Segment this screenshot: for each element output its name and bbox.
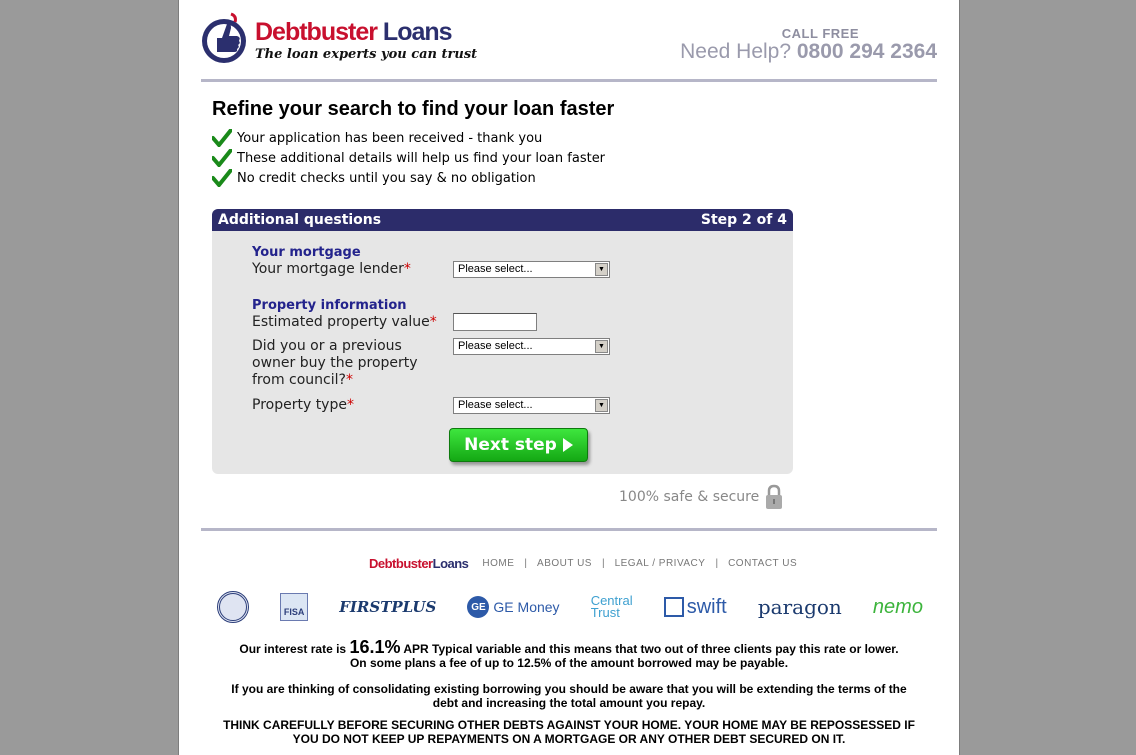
ge-money-logo: GE GE Money [467,596,560,618]
swift-text: swift [686,595,727,618]
footer-brand-part2: Loans [432,556,469,571]
brand-name-part1: Debtbuster [255,18,378,46]
footer-brand-logo[interactable]: DebtbusterLoans [369,556,469,571]
rate-prefix: Our interest rate is [239,642,347,656]
list-item: No credit checks until you say & no obli… [212,168,605,188]
ge-money-text: GE Money [493,599,560,615]
nav-legal-link[interactable]: LEGAL / PRIVACY [615,558,706,569]
list-item: Your application has been received - tha… [212,128,605,148]
council-purchase-label-text: Did you or a previous owner buy the prop… [252,338,418,388]
central-trust-text: Central Trust [590,594,633,620]
dropdown-arrow-icon[interactable]: ▼ [595,263,608,276]
page-title: Refine your search to find your loan fas… [212,98,615,120]
list-item: These additional details will help us fi… [212,148,605,168]
trust-text: Trust [590,605,620,620]
nemo-logo: nemo [872,595,923,618]
brand-tagline: The loan experts you can trust [255,47,478,62]
nav-home-link[interactable]: HOME [482,558,514,569]
footer-brand-part1: Debtbuster [369,556,433,571]
nav-separator: | [601,558,605,569]
header-divider [201,79,937,82]
lender-logos: FISA FIRSTPLUS GE GE Money Central Trust… [217,588,923,626]
play-arrow-icon [562,438,573,452]
mortgage-lender-label-text: Your mortgage lender [252,261,404,277]
required-mark: * [345,372,353,388]
checkmark-icon [212,129,232,147]
swift-logo: swift [663,595,727,619]
fisa-logo: FISA [280,593,309,621]
need-help-text: Need Help? [680,40,792,63]
firstplus-logo: FIRSTPLUS [339,598,437,616]
property-type-value: Please select... [458,399,533,411]
benefit-list: Your application has been received - tha… [212,128,605,188]
section-property: Property information [252,298,407,313]
brand-name: Debtbuster Loans [255,18,453,47]
swift-mark-icon [663,597,684,617]
nav-separator: | [715,558,719,569]
property-type-select[interactable]: Please select... ▼ [453,397,610,414]
secure-text: 100% safe & secure [619,489,760,505]
dropdown-arrow-icon[interactable]: ▼ [595,340,608,353]
seal-icon [217,591,249,623]
help-line: Need Help? 0800 294 2364 [680,40,937,64]
property-type-label-text: Property type [252,397,347,413]
call-free-label: CALL FREE [781,26,859,41]
interest-rate-disclosure: Our interest rate is 16.1% APR Typical v… [201,637,937,670]
checkmark-icon [212,149,232,167]
mortgage-lender-value: Please select... [458,263,533,275]
footer-divider [201,528,937,531]
benefit-text: These additional details will help us fi… [237,150,606,166]
property-value-label-text: Estimated property value [252,314,430,330]
panel-header: Additional questions Step 2 of 4 [212,209,793,231]
repossession-warning: THINK CAREFULLY BEFORE SECURING OTHER DE… [223,718,915,746]
footer-nav: DebtbusterLoans HOME | ABOUT US | LEGAL … [369,556,797,571]
council-purchase-value: Please select... [458,340,533,352]
checkmark-icon [212,169,232,187]
page: Debtbuster Loans The loan experts you ca… [178,0,960,755]
required-mark: * [429,314,437,330]
central-trust-logo: Central Trust [590,594,633,620]
phone-number[interactable]: 0800 294 2364 [797,40,937,63]
nav-contact-link[interactable]: CONTACT US [728,558,797,569]
consolidation-warning: If you are thinking of consolidating exi… [231,682,907,710]
paragon-logo: paragon [757,595,842,619]
next-step-label: Next step [464,435,557,455]
property-type-label: Property type* [252,397,354,414]
section-mortgage: Your mortgage [252,245,361,260]
required-mark: * [346,397,354,413]
benefit-text: Your application has been received - tha… [237,130,543,146]
thumbs-up-icon [202,12,246,63]
secure-badge: 100% safe & secure [619,484,783,510]
rate-suffix: APR Typical variable and this means that… [403,642,899,656]
property-value-label: Estimated property value* [252,314,437,331]
benefit-text: No credit checks until you say & no obli… [237,170,536,186]
required-mark: * [403,261,411,277]
mortgage-lender-label: Your mortgage lender* [252,261,411,278]
cml-seal-logo [217,591,249,623]
next-step-button[interactable]: Next step [449,428,588,462]
council-purchase-select[interactable]: Please select... ▼ [453,338,610,355]
nav-separator: | [524,558,528,569]
rate-value: 16.1% [349,637,401,657]
step-indicator: Step 2 of 4 [700,212,787,228]
property-value-input[interactable] [453,313,537,331]
council-purchase-label: Did you or a previous owner buy the prop… [252,338,442,389]
brand-logo[interactable]: Debtbuster Loans The loan experts you ca… [201,10,477,68]
ge-monogram-icon: GE [467,596,490,618]
dropdown-arrow-icon[interactable]: ▼ [595,399,608,412]
padlock-icon [766,484,783,509]
rate-fee-line: On some plans a fee of up to 12.5% of th… [349,656,789,670]
panel-title: Additional questions [218,212,382,228]
mortgage-lender-select[interactable]: Please select... ▼ [453,261,610,278]
nav-about-link[interactable]: ABOUT US [537,558,592,569]
additional-questions-panel: Additional questions Step 2 of 4 Your mo… [212,209,793,474]
brand-name-part2: Loans [382,18,453,46]
